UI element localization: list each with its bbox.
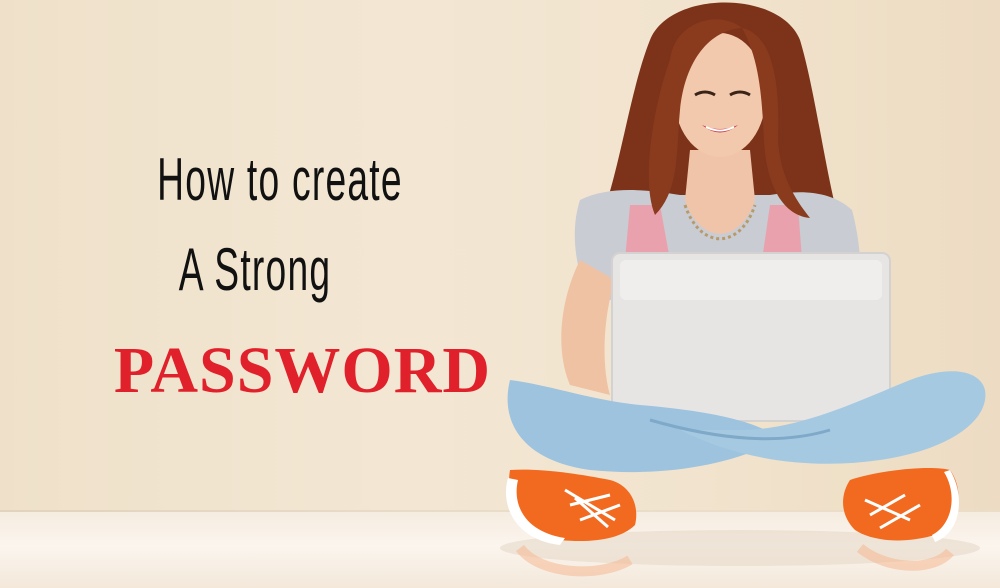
headline-line-2: A Strong xyxy=(178,236,332,303)
left-arm xyxy=(561,260,615,395)
headline: How to create A Strong PASSWORD xyxy=(60,150,520,404)
headline-line-1: How to create xyxy=(157,146,403,213)
laptop-sheen xyxy=(620,260,882,300)
hero-scene: How to create A Strong PASSWORD xyxy=(0,0,1000,588)
headline-password: PASSWORD xyxy=(113,334,492,407)
woman-with-laptop-photo xyxy=(500,2,986,577)
